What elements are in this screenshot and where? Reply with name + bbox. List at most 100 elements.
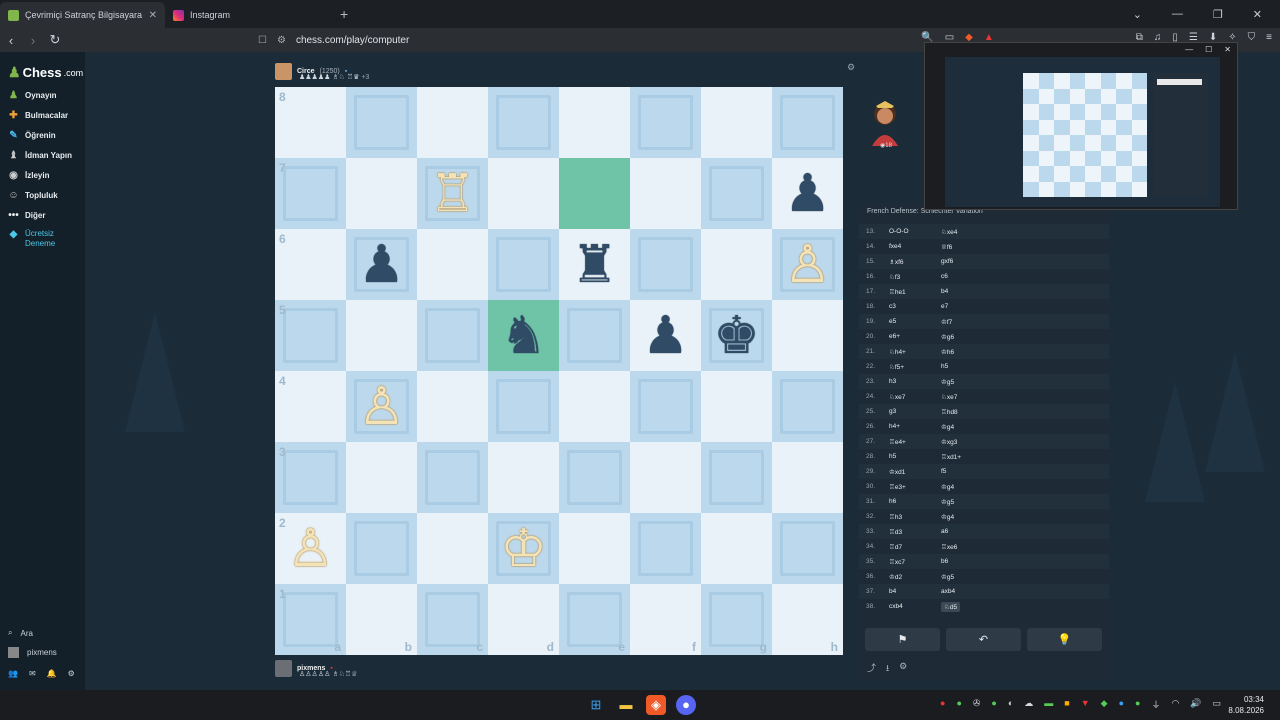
sidebar-search[interactable]: ⌕ Ara	[8, 628, 33, 638]
board-settings-icon[interactable]: ⚙	[847, 62, 855, 73]
square-f8[interactable]	[630, 87, 701, 158]
url-text[interactable]: chess.com/play/computer	[296, 35, 409, 46]
bot-avatar[interactable]	[866, 98, 904, 146]
square-d4[interactable]	[488, 371, 559, 442]
white-move[interactable]: cxb4	[889, 603, 941, 610]
square-c1[interactable]: c	[417, 584, 488, 655]
screen-capture-window[interactable]: — ☐ ✕	[924, 42, 1238, 210]
square-a7[interactable]: 7	[275, 158, 346, 229]
black-move[interactable]: c6	[941, 273, 993, 280]
black-move[interactable]: ♘xe7	[941, 393, 993, 401]
black-move[interactable]: ♔h6	[941, 348, 993, 356]
wifi-icon[interactable]: ◠	[1171, 698, 1179, 711]
chevron-down-icon[interactable]: ⌄	[1133, 8, 1142, 21]
sidebar-item-more[interactable]: ••• Diğer	[8, 210, 45, 221]
square-b1[interactable]: b	[346, 584, 417, 655]
sidebar-item-community[interactable]: ☺ Topluluk	[8, 190, 57, 201]
square-b8[interactable]	[346, 87, 417, 158]
black-move[interactable]: b4	[941, 288, 993, 295]
square-b7[interactable]	[346, 158, 417, 229]
sidebar-item-play[interactable]: ♟ Oynayın	[8, 90, 57, 101]
white-move[interactable]: ♖h3	[889, 513, 941, 521]
square-g4[interactable]	[701, 371, 772, 442]
square-c7[interactable]: ♖	[417, 158, 488, 229]
piece-d2[interactable]: ♔	[500, 523, 547, 575]
square-e5[interactable]	[559, 300, 630, 371]
square-c3[interactable]	[417, 442, 488, 513]
brave-browser-icon[interactable]: ◈	[646, 695, 666, 715]
square-e1[interactable]: e	[559, 584, 630, 655]
tray-app-icon[interactable]: ▼	[1081, 698, 1090, 711]
square-e8[interactable]	[559, 87, 630, 158]
piece-a2[interactable]: ♙	[287, 523, 334, 575]
tab-instagram[interactable]: Instagram	[165, 2, 330, 28]
url-field[interactable]: ☐ ⚙ chess.com/play/computer	[258, 31, 948, 49]
square-a6[interactable]: 6	[275, 229, 346, 300]
square-d5[interactable]: ♞	[488, 300, 559, 371]
square-c8[interactable]	[417, 87, 488, 158]
square-d8[interactable]	[488, 87, 559, 158]
takeback-button[interactable]: ↶	[946, 628, 1021, 651]
black-move[interactable]: ♕f6	[941, 243, 993, 251]
black-move[interactable]: axb4	[941, 588, 993, 595]
forward-button[interactable]: ›	[22, 33, 44, 48]
friends-icon[interactable]: 👥	[8, 669, 18, 678]
white-move[interactable]: ♘f3	[889, 273, 941, 281]
white-move[interactable]: ♔xd1	[889, 468, 941, 476]
tray-app-icon[interactable]: ●	[940, 698, 945, 711]
tray-app-icon[interactable]: ●	[991, 698, 996, 711]
square-c2[interactable]	[417, 513, 488, 584]
black-move[interactable]: h5	[941, 363, 993, 370]
square-b5[interactable]	[346, 300, 417, 371]
white-move[interactable]: e5	[889, 318, 941, 325]
player-avatar[interactable]	[275, 660, 292, 677]
white-move[interactable]: ♘h4+	[889, 348, 941, 356]
piece-b4[interactable]: ♙	[358, 381, 405, 433]
square-b2[interactable]	[346, 513, 417, 584]
white-move[interactable]: ♘xe7	[889, 393, 941, 401]
square-f1[interactable]: f	[630, 584, 701, 655]
square-d2[interactable]: ♔	[488, 513, 559, 584]
white-move[interactable]: ♖xc7	[889, 558, 941, 566]
piece-h7[interactable]: ♟	[784, 168, 831, 220]
square-g6[interactable]	[701, 229, 772, 300]
white-move[interactable]: c3	[889, 303, 941, 310]
close-window-button[interactable]: ✕	[1253, 8, 1262, 21]
black-move[interactable]: ♘xe4	[941, 228, 993, 236]
bookmark-icon[interactable]: ☐	[258, 35, 267, 46]
square-g3[interactable]	[701, 442, 772, 513]
white-move[interactable]: ♖d3	[889, 528, 941, 536]
sidebar-item-learn[interactable]: ✎ Öğrenin	[8, 130, 55, 141]
black-move[interactable]: ♔xg3	[941, 438, 993, 446]
piece-h6[interactable]: ♙	[784, 239, 831, 291]
taskbar-clock[interactable]: 03:34 8.08.2026	[1228, 694, 1264, 716]
black-move[interactable]: e7	[941, 303, 993, 310]
square-c5[interactable]	[417, 300, 488, 371]
square-d6[interactable]	[488, 229, 559, 300]
square-a8[interactable]: 8	[275, 87, 346, 158]
square-h8[interactable]	[772, 87, 843, 158]
square-a3[interactable]: 3	[275, 442, 346, 513]
white-move[interactable]: ♔d2	[889, 573, 941, 581]
square-h5[interactable]	[772, 300, 843, 371]
white-move[interactable]: b4	[889, 588, 941, 595]
white-move[interactable]: ♖d7	[889, 543, 941, 551]
white-move[interactable]: h5	[889, 453, 941, 460]
square-d7[interactable]	[488, 158, 559, 229]
black-move[interactable]: ♔g4	[941, 423, 993, 431]
piece-c7[interactable]: ♖	[429, 168, 476, 220]
square-h2[interactable]	[772, 513, 843, 584]
volume-icon[interactable]: 🔊	[1190, 698, 1201, 711]
hint-button[interactable]: 💡	[1027, 628, 1102, 651]
square-e3[interactable]	[559, 442, 630, 513]
piece-b6[interactable]: ♟	[358, 239, 405, 291]
file-explorer-icon[interactable]: ▬	[616, 695, 636, 715]
close-tab-icon[interactable]: ✕	[149, 10, 157, 21]
square-a4[interactable]: 4	[275, 371, 346, 442]
settings-icon[interactable]: ⚙	[899, 661, 907, 677]
settings-icon[interactable]: ⚙	[68, 669, 75, 678]
minimize-button[interactable]: —	[1172, 8, 1183, 20]
black-move[interactable]: b6	[941, 558, 993, 565]
reload-button[interactable]: ↻	[44, 32, 66, 48]
white-move[interactable]: fxe4	[889, 243, 941, 250]
